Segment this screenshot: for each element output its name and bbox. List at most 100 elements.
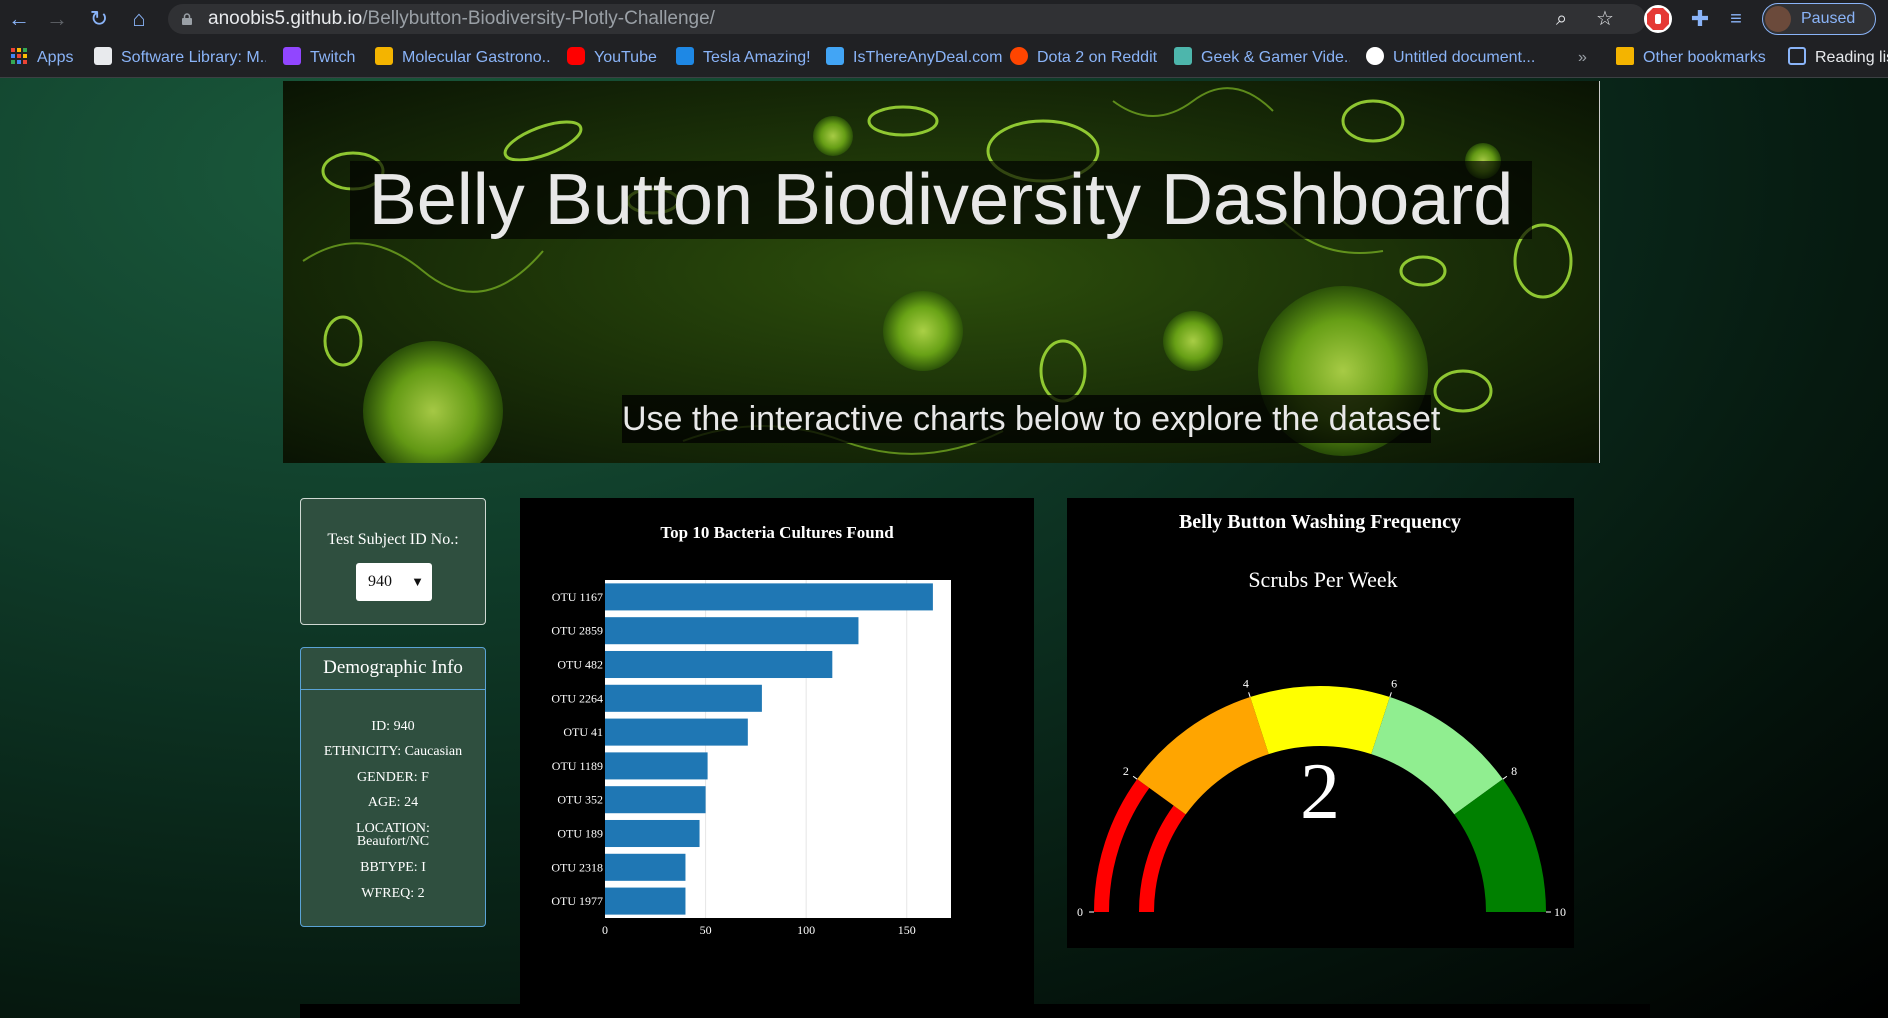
bar-y-tick-label: OTU 41 <box>563 725 603 739</box>
bookmark-geek-gamer[interactable]: Geek & Gamer Vide... <box>1174 38 1350 78</box>
bar[interactable] <box>605 583 933 611</box>
chevron-down-icon: ▼ <box>411 574 424 589</box>
bookmarks-overflow-chevron[interactable]: » <box>1578 38 1587 78</box>
folder-icon <box>1616 47 1634 65</box>
gauge-tick-label: 2 <box>1123 764 1129 778</box>
demo-row-ethnicity: ETHNICITY: Caucasian <box>323 744 463 759</box>
apps-grid-icon <box>11 48 27 64</box>
deal-icon <box>826 47 844 65</box>
demo-row-age: AGE: 24 <box>367 795 419 810</box>
bar-x-tick-label: 50 <box>700 923 712 937</box>
bookmark-site-icon <box>375 47 393 65</box>
demo-row-location-value: Beaufort/NC <box>356 834 430 849</box>
demographic-info-title: Demographic Info <box>301 648 485 690</box>
google-icon <box>1366 47 1384 65</box>
bookmark-untitled-document[interactable]: Untitled document... <box>1366 38 1536 78</box>
twitch-icon <box>283 47 301 65</box>
bar[interactable] <box>605 650 833 679</box>
bar-x-tick-label: 150 <box>898 923 916 937</box>
subject-id-dropdown[interactable]: 940 ▼ <box>356 563 432 601</box>
bar[interactable] <box>605 752 708 780</box>
next-chart-panel-edge <box>300 1004 1650 1018</box>
washing-frequency-gauge[interactable]: Belly Button Washing Frequency Scrubs Pe… <box>1067 498 1574 948</box>
back-arrow-icon[interactable]: ← <box>4 4 34 34</box>
demographic-info-panel: Demographic Info ID: 940 ETHNICITY: Cauc… <box>300 647 486 927</box>
bookmark-isthereanydeal[interactable]: IsThereAnyDeal.com <box>826 38 1002 78</box>
gauge-tick-label: 10 <box>1554 905 1566 919</box>
home-icon[interactable]: ⌂ <box>124 4 154 34</box>
bookmark-star-icon[interactable]: ☆ <box>1596 4 1614 34</box>
bar-y-tick-label: OTU 1977 <box>551 894 603 908</box>
bar-y-tick-label: OTU 2264 <box>551 691 603 705</box>
page-title: Belly Button Biodiversity Dashboard <box>350 161 1532 239</box>
bar[interactable] <box>605 887 686 915</box>
bar-y-tick-label: OTU 1167 <box>552 590 603 604</box>
bookmark-molecular-gastronomy[interactable]: Molecular Gastrono... <box>375 38 551 78</box>
bar[interactable] <box>605 718 748 746</box>
profile-button[interactable]: Paused <box>1762 3 1876 35</box>
bookmark-apps[interactable]: Apps <box>10 38 73 78</box>
zoom-icon[interactable]: ⌕ <box>1556 4 1567 34</box>
subject-selector-panel: Test Subject ID No.: 940 ▼ <box>300 498 486 625</box>
extensions-puzzle-icon[interactable]: ✚ <box>1686 5 1714 33</box>
bar-y-tick-label: OTU 352 <box>557 793 603 807</box>
reddit-icon <box>1010 47 1028 65</box>
profile-status-label: Paused <box>1801 10 1856 27</box>
demo-row-bbtype: BBTYPE: I <box>360 860 426 875</box>
adblock-extension-icon[interactable] <box>1644 5 1672 33</box>
bar-x-tick-label: 100 <box>797 923 815 937</box>
library-icon <box>94 47 112 65</box>
gauge-tick-label: 6 <box>1391 677 1397 691</box>
page-subtitle: Use the interactive charts below to expl… <box>622 395 1440 443</box>
top10-bar-chart[interactable]: Top 10 Bacteria Cultures Found OTU 1167 O… <box>520 498 1034 1018</box>
bookmark-software-library[interactable]: Software Library: M... <box>94 38 266 78</box>
bar-y-tick-label: OTU 189 <box>557 827 603 841</box>
bar[interactable] <box>605 684 762 712</box>
bar-x-tick-label: 0 <box>602 923 608 937</box>
gauge-tick-mark <box>1248 692 1251 698</box>
gauge-value: 2 <box>1300 748 1340 836</box>
bar-y-tick-label: OTU 2859 <box>551 624 603 638</box>
bar[interactable] <box>605 786 706 814</box>
youtube-icon <box>567 47 585 65</box>
lock-icon <box>182 13 192 25</box>
reading-list-button[interactable]: Reading lis <box>1788 38 1888 78</box>
demo-row-gender: GENDER: F <box>357 770 429 785</box>
subject-id-value: 940 <box>368 573 392 590</box>
bar-chart-title: Top 10 Bacteria Cultures Found <box>660 523 894 542</box>
gauge-step-band <box>1250 686 1390 755</box>
bookmark-tesla-amazing[interactable]: Tesla Amazing! <box>676 38 811 78</box>
gauge-subtitle: Scrubs Per Week <box>1248 567 1397 592</box>
bookmark-other-folder[interactable]: Other bookmarks <box>1616 38 1766 78</box>
gauge-tick-label: 0 <box>1077 905 1083 919</box>
gamer-icon <box>1174 47 1192 65</box>
bar-y-tick-label: OTU 2318 <box>551 860 603 874</box>
address-bar[interactable]: anoobis5.github.io/Bellybutton-Biodivers… <box>168 4 1646 34</box>
forward-arrow-icon[interactable]: → <box>42 4 72 34</box>
bar[interactable] <box>605 819 700 848</box>
gauge-title: Belly Button Washing Frequency <box>1179 511 1461 533</box>
gauge-tick-label: 8 <box>1511 764 1517 778</box>
subject-id-label: Test Subject ID No.: <box>327 531 459 548</box>
washing-frequency-gauge-panel: Belly Button Washing Frequency Scrubs Pe… <box>1067 498 1574 948</box>
top10-bar-chart-panel: Top 10 Bacteria Cultures Found OTU 1167 O… <box>520 498 1034 1018</box>
bar[interactable] <box>605 853 686 881</box>
bar-y-tick-label: OTU 1189 <box>552 759 603 773</box>
bookmarks-bar: Apps Software Library: M... Twitch Molec… <box>0 38 1888 78</box>
dashboard-page: Belly Button Biodiversity Dashboard Use … <box>0 78 1888 1018</box>
reading-list-icon <box>1788 47 1806 65</box>
tumblr-icon <box>676 47 694 65</box>
gauge-tick-mark <box>1389 692 1392 698</box>
media-queue-icon[interactable]: ≡ <box>1722 5 1750 33</box>
bookmark-twitch[interactable]: Twitch <box>283 38 355 78</box>
gauge-tick-label: 4 <box>1243 677 1249 691</box>
bookmark-youtube[interactable]: YouTube <box>567 38 657 78</box>
browser-toolbar: ← → ↻ ⌂ anoobis5.github.io/Bellybutton-B… <box>0 0 1888 38</box>
reload-icon[interactable]: ↻ <box>84 4 114 34</box>
gauge-tick-mark <box>1502 775 1508 780</box>
bar-y-tick-label: OTU 482 <box>557 658 603 672</box>
bar[interactable] <box>605 617 859 645</box>
demo-row-id: ID: 940 <box>371 719 415 734</box>
bookmark-dota2-reddit[interactable]: Dota 2 on Reddit <box>1010 38 1157 78</box>
demo-row-wfreq: WFREQ: 2 <box>361 886 425 901</box>
